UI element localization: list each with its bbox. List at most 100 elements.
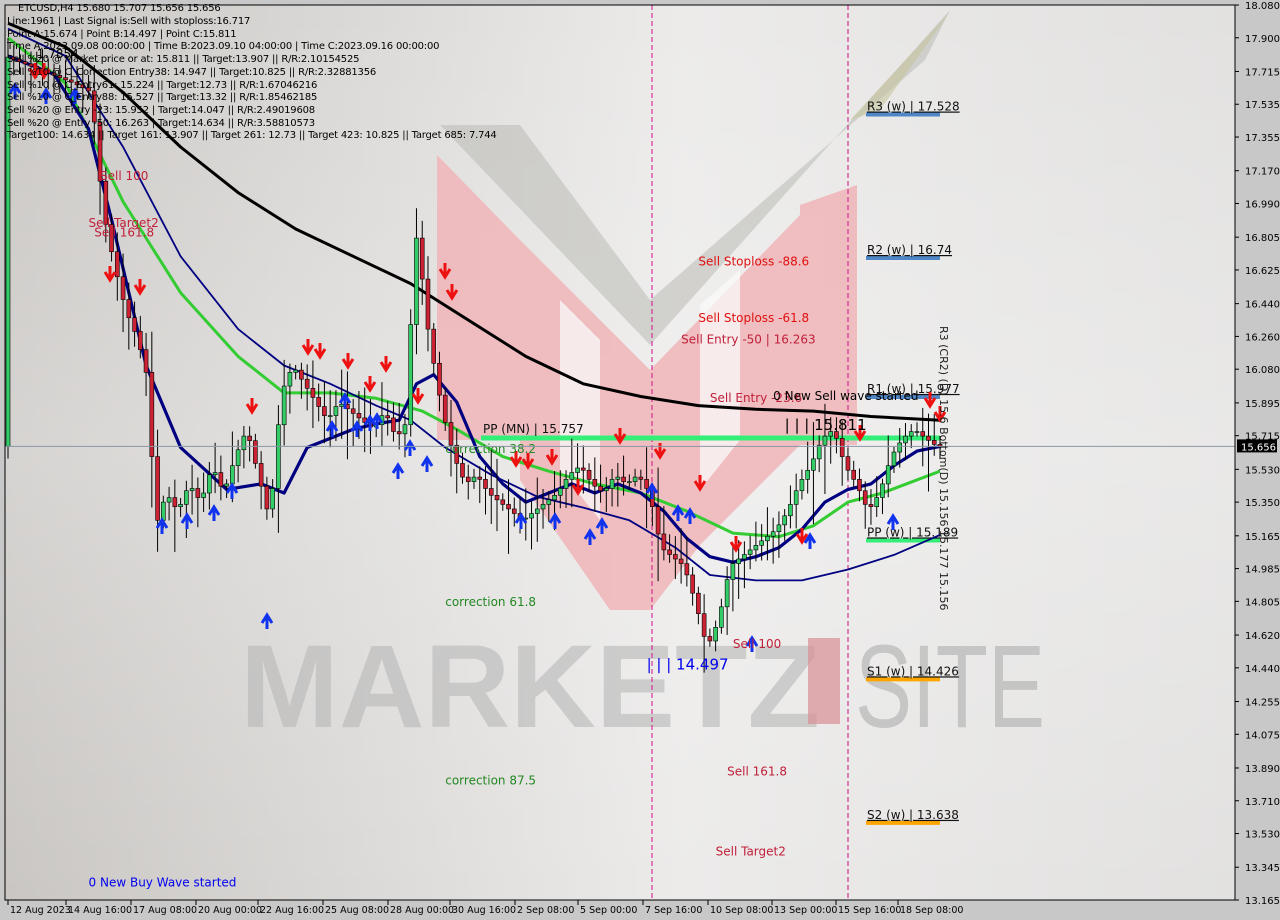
candle-bull [793,490,799,505]
candle-bear [253,440,258,464]
candle-bull [880,483,885,498]
candle-bull [552,494,557,501]
candle-bull [230,465,235,485]
y-tick-label: 17.170 [1245,167,1280,178]
candle-bull [816,444,822,460]
candle-bull [224,483,229,487]
y-tick-label: 16.080 [1245,365,1280,376]
x-tick-label: 20 Aug 00:00 [198,905,262,916]
current-price-label: 15.656 [1241,442,1276,453]
candle-bear [316,397,321,407]
signal-info-line: Point A:15.674 | Point B:14.497 | Point … [7,28,237,40]
y-tick-label: 18.080 [1245,1,1280,12]
candle-bull [604,488,609,492]
candle-bear [500,499,506,505]
x-tick-label: 28 Aug 00:00 [390,905,454,916]
candle-bull [235,449,241,467]
chart-annotation: 0 New Sell wave started [773,389,918,403]
y-tick-label: 14.440 [1245,664,1280,675]
x-tick-label: 12 Aug 2023 [10,905,71,916]
candle-bear [638,476,644,480]
candle-bear [431,328,437,364]
chart-annotation: Sell Target2 [716,844,786,858]
candle-bull [327,415,333,417]
chart-annotation: correction 61.8 [445,595,536,609]
candle-bear [477,476,483,480]
candle-bull [546,499,552,505]
signal-info-line: Sell %20 @ Entry -50: 16.263 | Target:14… [7,117,315,129]
candle-bear [396,431,402,435]
candle-bear [385,415,391,419]
signal-info-line: Sell %10 @ C_Entry61: 15.224 || Target:1… [7,79,318,91]
candle-bear [132,317,137,332]
candle-bull [776,524,782,533]
candle-bear [506,504,511,510]
y-tick-label: 17.355 [1245,133,1280,144]
pivot-label: S2 (w) | 13.638 [867,808,959,822]
candle-bear [926,435,931,441]
candle-bull [471,476,477,482]
candle-bull [903,435,908,444]
time-axis[interactable]: 12 Aug 202314 Aug 16:00 17 Aug 08:00 20 Au… [7,900,963,916]
candle-bull [874,497,880,507]
chart-annotation: Sell 161.8 [727,764,787,778]
candle-bull [765,535,770,542]
candle-bear [310,388,316,398]
candle-bear [218,472,224,487]
candle-bear [581,467,586,471]
candle-bull [788,504,793,517]
candle-bear [707,636,713,642]
chart-annotation: Sell Stoploss -61.8 [698,311,809,325]
watermark-pink-bar [808,638,840,724]
x-tick-label: 22 Aug 16:00 [260,905,324,916]
candle-bear [621,476,626,482]
candle-bull [730,563,736,580]
candle-bull [293,369,298,373]
candle-bull [212,472,218,476]
x-tick-label: 18 Sep 08:00 [900,905,963,916]
x-tick-label: 14 Aug 16:00 [68,905,132,916]
y-tick-label: 16.805 [1245,233,1280,244]
candle-bear [155,456,160,521]
candle-bear [644,479,649,489]
candle-bull [747,549,753,555]
candle-bear [120,276,126,300]
candle-bear [391,417,396,432]
candle-bull [724,579,730,608]
candle-bear [322,406,327,416]
candle-bear [586,469,592,480]
signal-info-line: Sell %20 @ Entry -23: 15.952 | Target:14… [7,104,315,116]
x-tick-label: 15 Sep 16:00 [838,905,901,916]
candle-bear [247,435,252,441]
y-tick-label: 13.530 [1245,830,1280,841]
y-tick-label: 15.350 [1245,498,1280,509]
y-tick-label: 13.710 [1245,797,1280,808]
symbol-ohlc-line: ETCUSD,H4 15.680 15.707 15.656 15.656 [18,3,221,14]
candle-bear [701,613,707,637]
candle-bear [442,394,448,423]
chart-annotation: Sell 161.8 [94,225,154,239]
candle-bear [839,438,845,457]
candle-bear [690,574,695,594]
candle-bear [138,331,143,350]
y-tick-label: 17.900 [1245,34,1280,45]
candle-bull [287,372,293,387]
chart-annotation: correction 87.5 [445,773,536,787]
pivot-label: R3 (w) | 17.528 [867,100,960,114]
candle-bear [488,488,494,496]
candle-bull [529,513,534,519]
y-tick-label: 14.985 [1245,565,1280,576]
y-tick-label: 14.075 [1245,730,1280,741]
candle-bull [534,508,540,514]
chart-annotation: Sell 100 [733,637,781,651]
candle-bull [627,481,632,483]
price-axis[interactable]: 18.080 17.900 17.715 17.535 17.355 17.170 16.9… [1235,1,1280,907]
candle-bear [851,469,857,480]
candle-bull [914,431,920,433]
y-tick-label: 15.895 [1245,399,1280,410]
candle-bear [460,463,465,478]
candle-bear [678,558,684,564]
candle-bear [350,408,356,414]
candle-bear [304,378,310,389]
candle-bear [857,479,862,492]
